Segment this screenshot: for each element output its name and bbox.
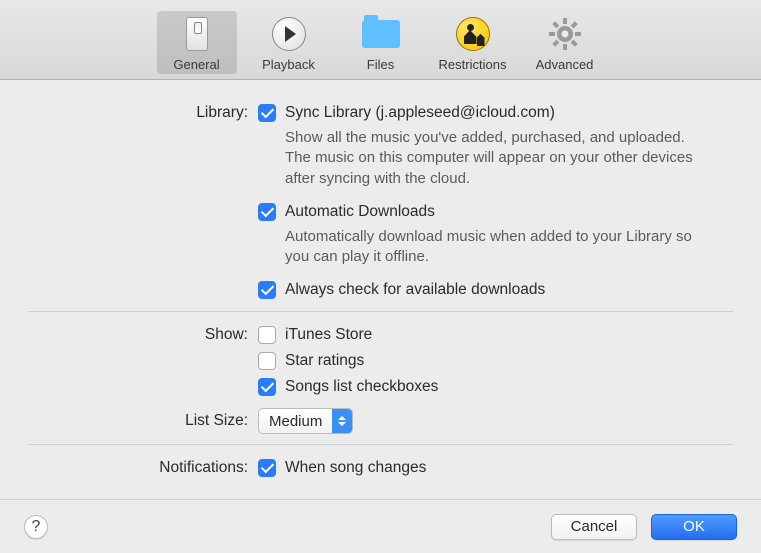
- sync-library-label: Sync Library (j.appleseed@icloud.com): [285, 104, 555, 122]
- songs-list-checkboxes-label: Songs list checkboxes: [285, 378, 438, 396]
- ok-label: OK: [683, 518, 705, 535]
- section-show: Show: iTunes Store Star ratings Songs li…: [28, 326, 733, 398]
- section-library: Library: Sync Library (j.appleseed@iclou…: [28, 104, 733, 301]
- automatic-downloads-label: Automatic Downloads: [285, 203, 435, 221]
- tab-label: Playback: [262, 57, 315, 72]
- tab-restrictions[interactable]: Restrictions: [433, 11, 513, 74]
- tab-label: Advanced: [536, 57, 594, 72]
- always-check-label: Always check for available downloads: [285, 281, 545, 299]
- checkbox-icon: [258, 459, 276, 477]
- sync-library-checkbox[interactable]: Sync Library (j.appleseed@icloud.com): [258, 104, 733, 122]
- folder-icon: [361, 15, 401, 53]
- show-label: Show:: [28, 326, 258, 398]
- library-label: Library:: [28, 104, 258, 301]
- tab-playback[interactable]: Playback: [249, 11, 329, 74]
- section-notifications: Notifications: When song changes: [28, 459, 733, 479]
- general-icon: [177, 15, 217, 53]
- automatic-downloads-desc: Automatically download music when added …: [285, 227, 713, 268]
- list-size-select[interactable]: Medium: [258, 408, 353, 434]
- toolbar: General Playback Files Restrictions: [0, 0, 761, 80]
- list-size-label: List Size:: [28, 412, 258, 430]
- notifications-label: Notifications:: [28, 459, 258, 479]
- divider: [28, 311, 733, 312]
- ok-button[interactable]: OK: [651, 514, 737, 540]
- gear-icon: [545, 15, 585, 53]
- automatic-downloads-checkbox[interactable]: Automatic Downloads: [258, 203, 733, 221]
- star-ratings-label: Star ratings: [285, 352, 364, 370]
- checkbox-icon: [258, 104, 276, 122]
- section-list-size: List Size: Medium: [28, 408, 733, 434]
- itunes-store-label: iTunes Store: [285, 326, 372, 344]
- checkbox-icon: [258, 281, 276, 299]
- tab-label: Restrictions: [439, 57, 507, 72]
- parental-icon: [453, 15, 493, 53]
- footer: ? Cancel OK: [0, 499, 761, 553]
- help-icon: ?: [32, 518, 41, 536]
- when-song-changes-label: When song changes: [285, 459, 426, 477]
- checkbox-icon: [258, 326, 276, 344]
- list-size-value: Medium: [259, 413, 332, 430]
- cancel-button[interactable]: Cancel: [551, 514, 637, 540]
- tab-files[interactable]: Files: [341, 11, 421, 74]
- tab-label: General: [173, 57, 219, 72]
- chevron-updown-icon: [332, 409, 352, 433]
- help-button[interactable]: ?: [24, 515, 48, 539]
- tab-label: Files: [367, 57, 394, 72]
- songs-list-checkboxes-checkbox[interactable]: Songs list checkboxes: [258, 378, 733, 396]
- always-check-checkbox[interactable]: Always check for available downloads: [258, 281, 733, 299]
- checkbox-icon: [258, 378, 276, 396]
- cancel-label: Cancel: [571, 518, 618, 535]
- divider: [28, 444, 733, 445]
- tab-general[interactable]: General: [157, 11, 237, 74]
- itunes-store-checkbox[interactable]: iTunes Store: [258, 326, 733, 344]
- when-song-changes-checkbox[interactable]: When song changes: [258, 459, 733, 477]
- checkbox-icon: [258, 352, 276, 370]
- play-icon: [269, 15, 309, 53]
- star-ratings-checkbox[interactable]: Star ratings: [258, 352, 733, 370]
- tab-advanced[interactable]: Advanced: [525, 11, 605, 74]
- content-area: Library: Sync Library (j.appleseed@iclou…: [0, 80, 761, 479]
- sync-library-desc: Show all the music you've added, purchas…: [285, 128, 713, 189]
- checkbox-icon: [258, 203, 276, 221]
